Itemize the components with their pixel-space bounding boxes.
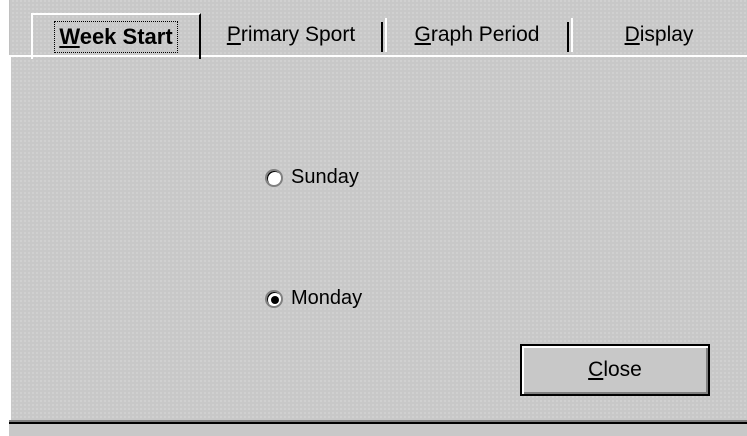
tab-strip: Week Start Primary Sport Graph Period Di… [9,0,747,59]
tab-week-start-label: eek Start [79,24,173,49]
tab-display-label: isplay [639,23,694,46]
radio-sunday-label: Sunday [291,166,359,188]
tab-graph-period-accel: G [414,23,431,46]
tab-week-start[interactable]: Week Start [31,13,201,59]
tab-graph-period[interactable]: Graph Period [385,16,569,54]
tab-primary-sport-label: rimary Sport [240,23,356,46]
tab-focus-box: Week Start [54,21,178,53]
tab-separator [381,22,383,52]
settings-dialog: Week Start Primary Sport Graph Period Di… [0,0,747,436]
radio-monday[interactable]: Monday [265,287,362,310]
radio-monday-label: Monday [291,287,363,309]
radio-sunday-circle[interactable] [265,168,283,187]
tab-display-accel: D [624,23,640,46]
tab-week-start-accel: W [59,24,80,49]
tab-separator [385,18,387,52]
close-button[interactable]: Close [520,344,710,396]
radio-monday-circle[interactable] [265,289,283,308]
tab-primary-sport[interactable]: Primary Sport [199,16,383,54]
tab-primary-sport-accel: P [226,23,241,46]
dialog-left-edge [0,0,11,434]
tab-display[interactable]: Display [571,16,747,54]
tab-separator [571,18,573,52]
tab-separator [567,22,569,52]
close-button-accel: C [588,358,604,381]
tab-graph-period-label: raph Period [430,23,540,46]
close-button-label: lose [603,358,642,381]
radio-sunday[interactable]: Sunday [265,166,359,189]
